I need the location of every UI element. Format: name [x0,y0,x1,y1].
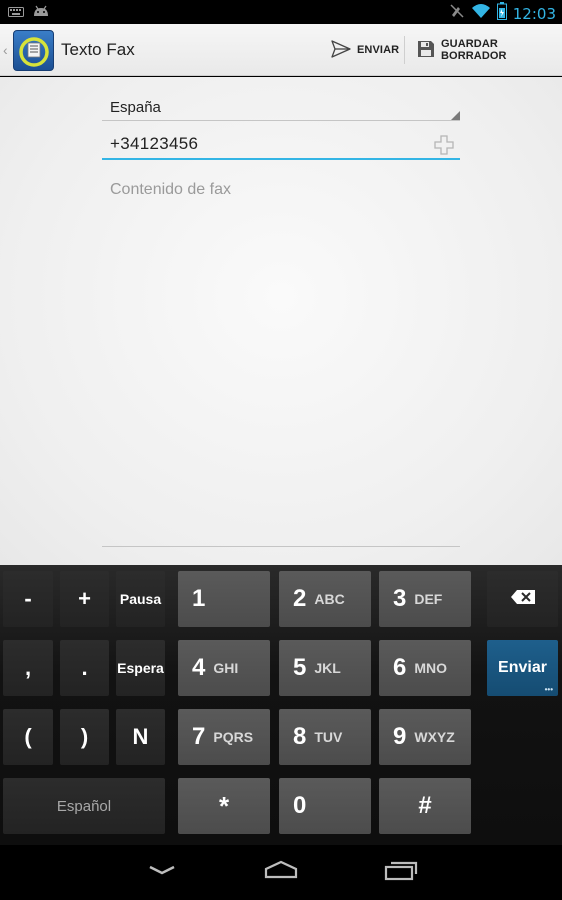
key-period-label: . [81,655,88,680]
key-pause-label: Pausa [119,591,162,607]
key-digit: 4 [192,654,206,681]
key-plus[interactable]: + [60,571,109,627]
add-contact-icon[interactable] [434,135,454,160]
key-backspace[interactable] [487,571,558,627]
floppy-disk-icon [417,40,435,61]
home-icon [263,859,299,886]
action-bar: ‹ Texto Fax ENVIAR GUARDAR BORRADOR [0,24,562,76]
status-bar: 12:03 [0,0,562,24]
key-5[interactable]: 5 JKL [279,640,371,696]
key-left-paren-label: ( [24,724,32,749]
battery-icon [496,2,507,25]
key-digit: * [218,790,230,821]
android-icon [32,4,50,23]
key-pause[interactable]: Pausa [116,571,165,627]
screen: 12:03 ‹ Texto Fax ENVIAR GUARDAR BORRADO… [0,0,562,900]
fax-content-input[interactable]: Contenido de fax [102,177,460,547]
screen-title: Texto Fax [61,40,135,59]
more-dots-icon: ••• [544,685,553,694]
key-letters: PQRS [213,729,254,745]
hide-keyboard-button[interactable] [142,857,182,887]
backspace-icon [510,589,536,610]
key-enter-label: Enviar [498,659,547,676]
key-wait[interactable]: Espera [116,640,165,696]
send-button[interactable]: ENVIAR [331,24,399,76]
key-7[interactable]: 7 PQRS [178,709,270,765]
key-letters: GHI [213,660,239,676]
key-2[interactable]: 2 ABC [279,571,371,627]
phone-number-input[interactable]: +34123456 [102,131,460,160]
action-divider [404,36,405,64]
key-hash[interactable]: # [379,778,471,834]
key-digit: 6 [393,654,407,681]
key-8[interactable]: 8 TUV [279,709,371,765]
key-6[interactable]: 6 MNO [379,640,471,696]
fax-form: España +34123456 Contenido de fax [0,77,562,565]
key-letters: TUV [314,729,343,745]
key-letters: DEF [414,591,443,607]
key-digit: 5 [293,654,307,681]
key-1[interactable]: 1 [178,571,270,627]
key-right-paren[interactable]: ) [60,709,109,765]
key-9[interactable]: 9 WXYZ [379,709,471,765]
key-digit: 2 [293,585,307,612]
key-letters: MNO [414,660,448,676]
navigation-bar [0,845,562,900]
key-digit: 3 [393,585,407,612]
key-language[interactable]: Español [3,778,165,834]
clock: 12:03 [512,4,556,23]
key-wait-label: Espera [117,660,164,676]
up-caret-icon[interactable]: ‹ [3,42,8,58]
key-enter[interactable]: Enviar ••• [487,640,558,696]
key-right-paren-label: ) [80,724,89,749]
key-digit: 7 [192,723,206,750]
key-digit: 1 [192,585,206,612]
country-spinner[interactable]: España [102,95,460,121]
home-button[interactable] [261,857,301,887]
key-period[interactable]: . [60,640,109,696]
key-digit: # [418,792,432,819]
key-comma[interactable]: , [3,640,53,696]
key-0[interactable]: 0 [279,778,371,834]
dropdown-triangle-icon [451,111,460,120]
signal-muted-icon [449,3,465,24]
key-dash[interactable]: - [3,571,53,627]
system-icons: 12:03 [449,2,556,25]
send-icon [331,39,351,61]
chevron-down-icon [147,863,177,882]
recent-apps-icon [383,859,419,886]
key-letters: ABC [314,591,345,607]
key-comma-label: , [24,655,32,680]
key-letters: WXYZ [414,729,455,745]
key-letters: JKL [314,660,341,676]
phone-number-value: +34123456 [110,134,199,153]
notification-icons [8,4,50,23]
key-plus-label: + [78,586,91,611]
key-language-label: Español [56,797,112,815]
fax-content-placeholder: Contenido de fax [110,181,231,198]
phone-keyboard: - + Pausa 1 2 ABC 3 DEF , . Espera 4 GHI 5J… [0,565,562,845]
key-digit: 9 [393,723,407,750]
save-draft-button[interactable]: GUARDAR BORRADOR [417,24,562,76]
key-dash-label: - [24,586,32,611]
key-4[interactable]: 4 GHI [178,640,270,696]
wifi-icon [471,3,491,24]
country-value: España [110,99,161,116]
key-n[interactable]: N [116,709,165,765]
key-3[interactable]: 3 DEF [379,571,471,627]
send-label: ENVIAR [357,44,400,56]
recent-apps-button[interactable] [381,857,421,887]
key-digit: 8 [293,723,307,750]
key-left-paren[interactable]: ( [3,709,53,765]
save-draft-label: GUARDAR BORRADOR [441,38,507,62]
key-star[interactable]: * [178,778,270,834]
app-logo-icon[interactable] [13,30,54,71]
key-digit: 0 [293,792,307,819]
keyboard-icon [8,5,24,23]
key-n-label: N [132,724,149,749]
